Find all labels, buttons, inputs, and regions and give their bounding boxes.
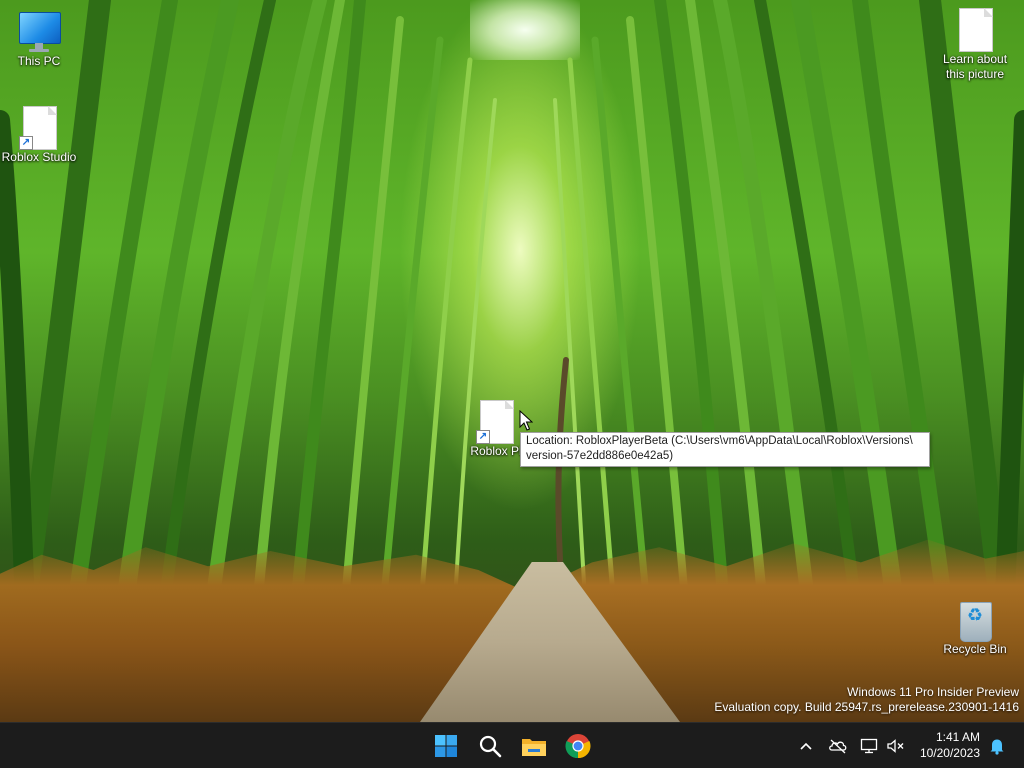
recycle-bin-icon: ♻ xyxy=(955,598,995,642)
clock-date: 10/20/2023 xyxy=(919,746,980,760)
onedrive-button[interactable] xyxy=(827,735,849,757)
mouse-cursor-icon xyxy=(519,410,533,431)
watermark-line: Windows 11 Pro Insider Preview xyxy=(847,685,1019,699)
desktop-icon-label: Roblox Studio xyxy=(1,150,77,164)
desktop-icon-roblox-player[interactable]: ↗ Roblox Pl xyxy=(466,400,526,459)
network-icon xyxy=(860,738,878,754)
desktop-icon-learn-about-picture[interactable]: Learn about this picture xyxy=(935,8,1015,82)
location-tooltip: Location: RobloxPlayerBeta (C:\Users\vm6… xyxy=(520,432,930,467)
file-explorer-icon xyxy=(522,739,546,756)
start-icon xyxy=(435,735,457,757)
start-button[interactable] xyxy=(429,730,463,762)
document-icon xyxy=(955,8,995,52)
file-explorer-button[interactable] xyxy=(517,730,551,762)
shortcut-arrow-icon: ↗ xyxy=(19,136,33,150)
document-shortcut-icon: ↗ xyxy=(19,106,59,150)
tooltip-line: Location: RobloxPlayerBeta (C:\Users\vm6… xyxy=(526,435,913,447)
shortcut-arrow-icon: ↗ xyxy=(476,430,490,444)
monitor-icon xyxy=(19,10,61,54)
watermark-line: Evaluation copy. Build 25947.rs_prerelea… xyxy=(714,700,1019,714)
onedrive-offline-icon xyxy=(829,739,847,754)
desktop-icon-label: Roblox Pl xyxy=(470,444,522,458)
desktop-icon-recycle-bin[interactable]: ♻ Recycle Bin xyxy=(935,598,1015,657)
taskbar-clock[interactable]: 1:41 AM 10/20/2023 xyxy=(920,729,980,761)
notification-bell-icon xyxy=(990,739,1004,755)
chrome-icon xyxy=(565,734,591,759)
tooltip-line: version-57e2dd886e0e42a5) xyxy=(526,450,674,462)
desktop-icon-this-pc[interactable]: This PC xyxy=(0,10,79,69)
notifications-button[interactable] xyxy=(986,735,1008,757)
desktop-icon-roblox-studio[interactable]: ↗ Roblox Studio xyxy=(0,106,79,165)
desktop-wallpaper xyxy=(0,0,1024,722)
desktop-icon-label: This PC xyxy=(17,54,61,68)
clock-time: 1:41 AM xyxy=(935,730,980,744)
search-button[interactable] xyxy=(473,730,507,762)
network-button[interactable] xyxy=(858,735,880,757)
taskbar: 1:41 AM 10/20/2023 xyxy=(0,722,1024,768)
search-icon xyxy=(479,735,502,758)
show-hidden-icons-button[interactable] xyxy=(795,735,817,757)
volume-muted-icon xyxy=(887,739,904,753)
chrome-button[interactable] xyxy=(561,730,595,762)
desktop-icon-label: Learn about this picture xyxy=(942,52,1008,81)
desktop-icon-label: Recycle Bin xyxy=(943,642,1007,656)
chevron-up-icon xyxy=(800,742,812,750)
volume-button[interactable] xyxy=(885,735,907,757)
evaluation-watermark: Windows 11 Pro Insider Preview Evaluatio… xyxy=(714,685,1019,715)
document-shortcut-icon: ↗ xyxy=(476,400,516,444)
